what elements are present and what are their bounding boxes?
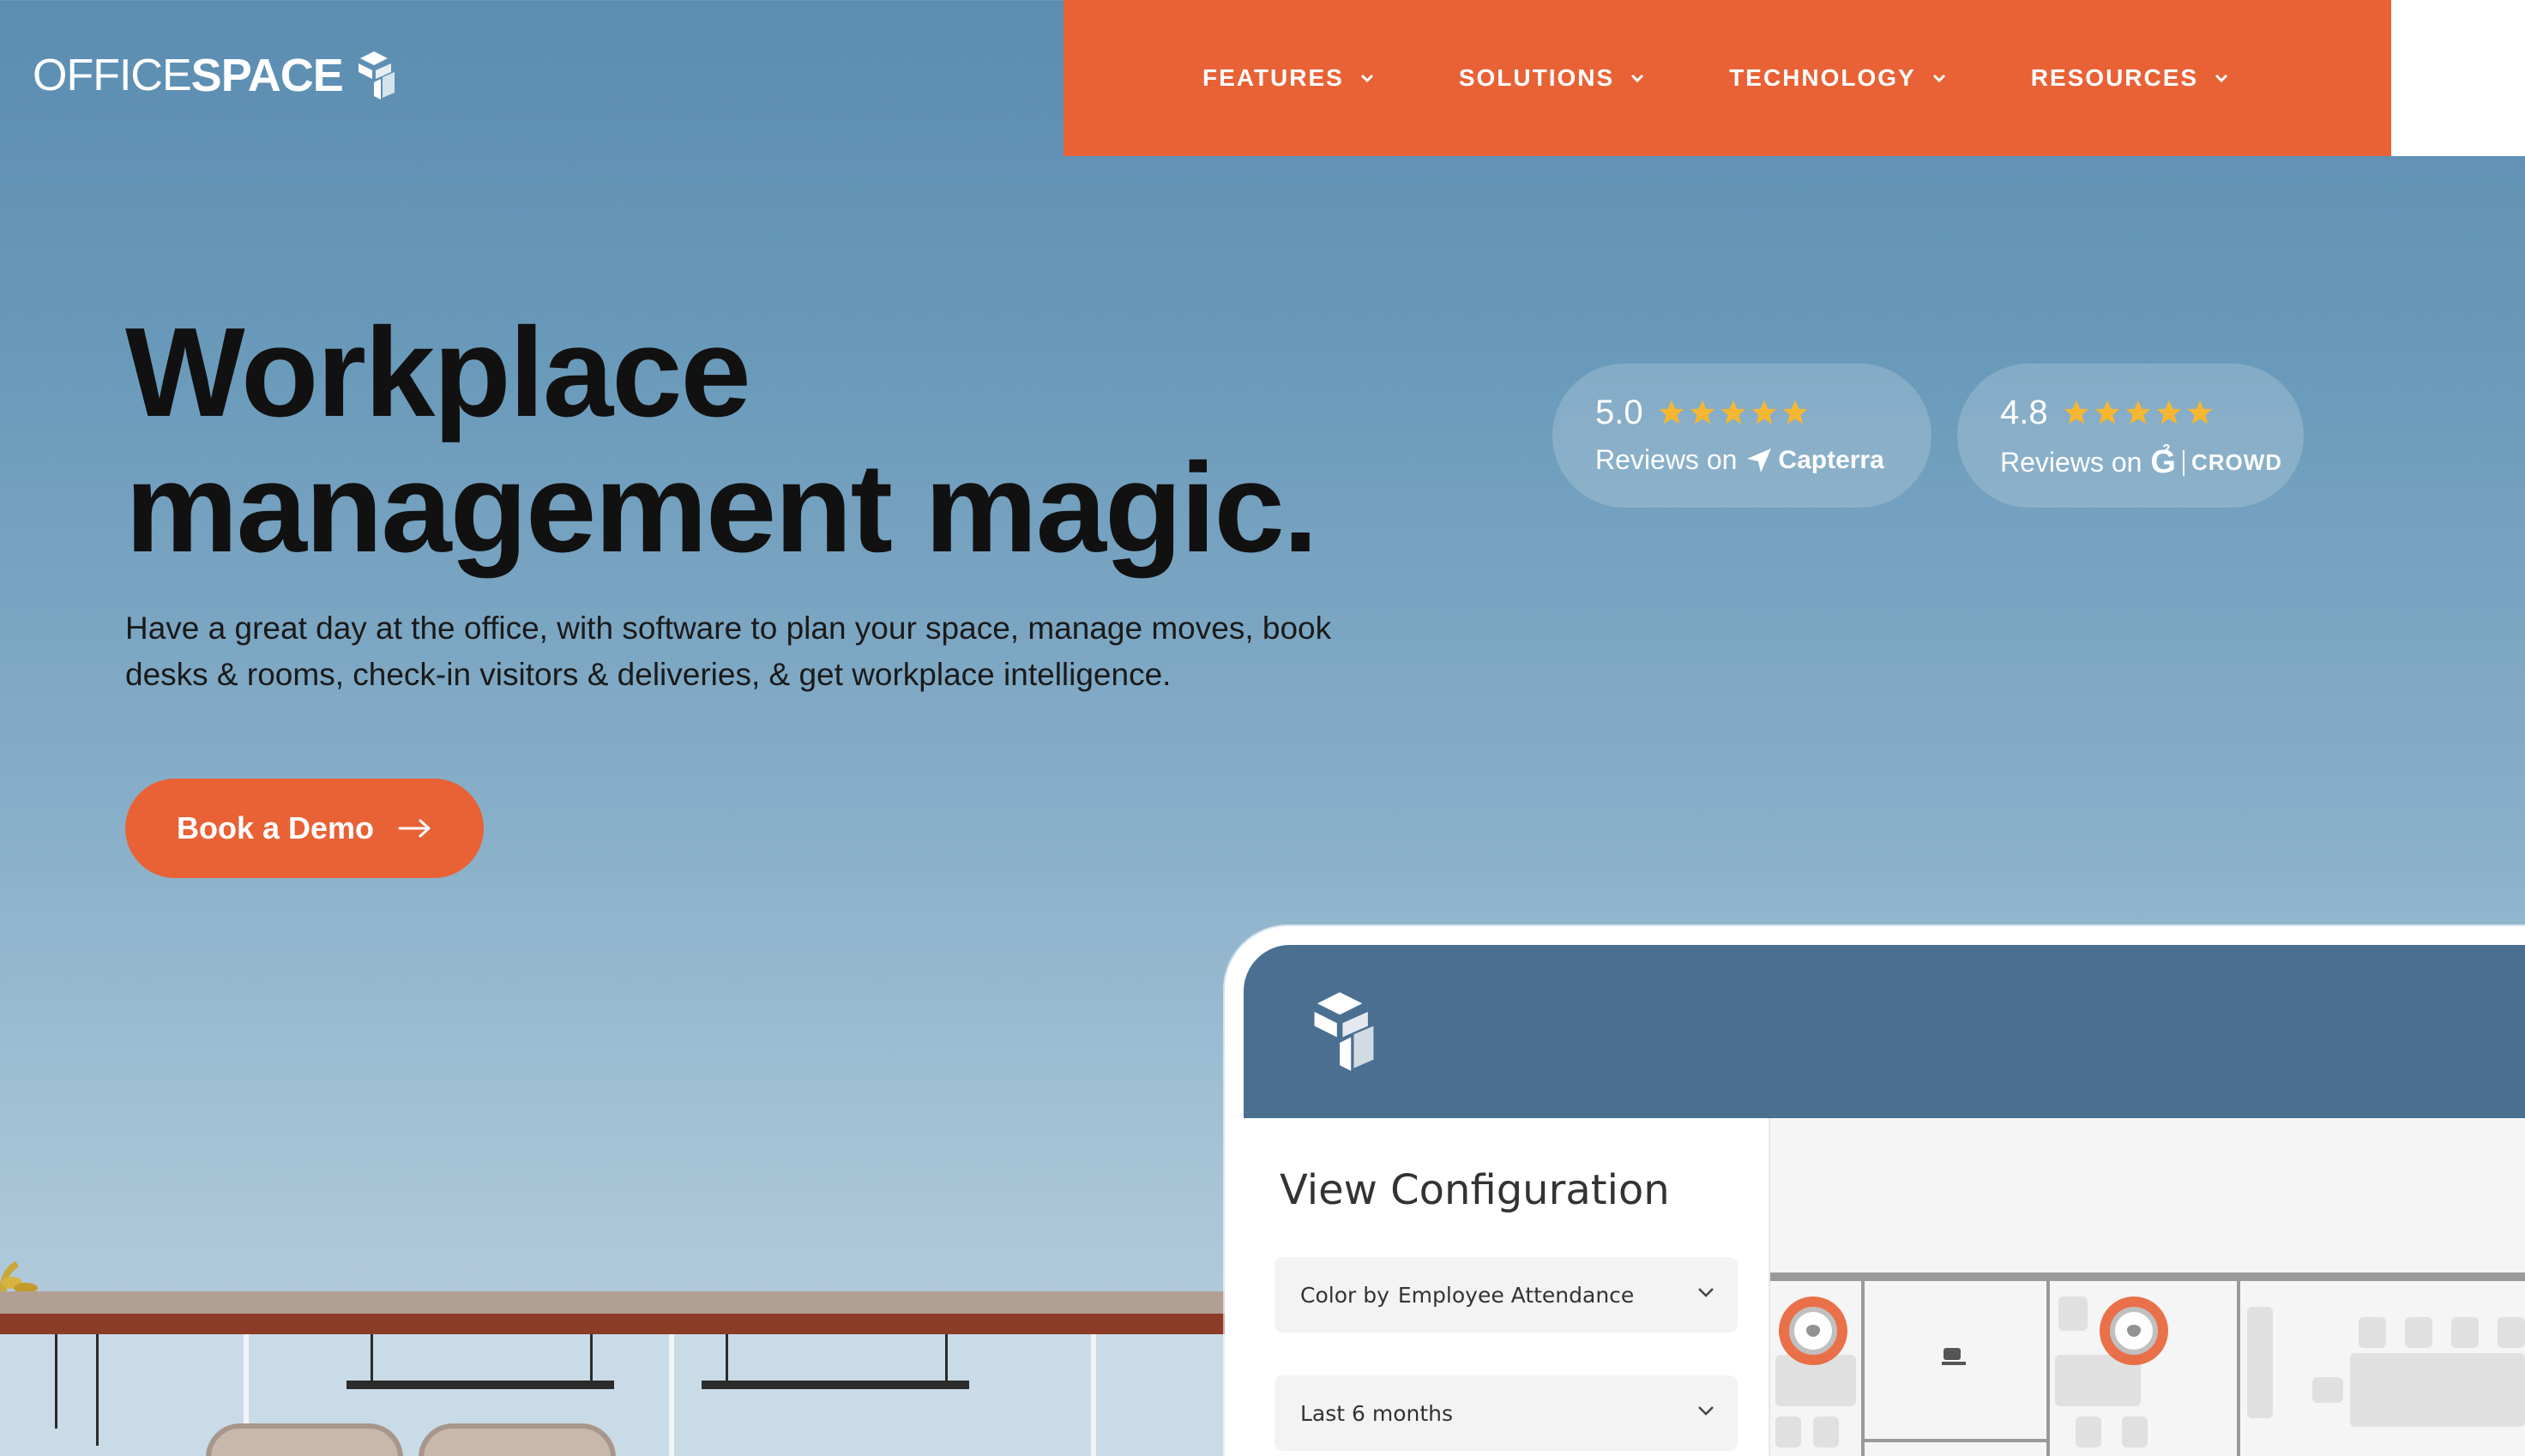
star-icon	[1659, 400, 1684, 424]
logo-cube-icon	[358, 51, 395, 99]
hero-subtext: Have a great day at the office, with sof…	[125, 611, 1332, 692]
chevron-down-icon	[1932, 74, 1945, 83]
g2-brand-text: CROWD	[2191, 449, 2283, 475]
g2crowd-review-badge[interactable]: 4.8 Reviews on G2 CROWD	[1957, 364, 2304, 508]
officespace-logo[interactable]: OFFICE SPACE	[33, 48, 398, 103]
chair-seat	[2058, 1297, 2088, 1331]
capterra-score: 5.0	[1595, 393, 1643, 431]
chair-seat	[2122, 1417, 2148, 1447]
chair-seat	[2405, 1317, 2432, 1348]
attendance-pin[interactable]	[2100, 1297, 2168, 1365]
floor-plan-wall	[1861, 1281, 1865, 1456]
chevron-down-icon	[1698, 1288, 1714, 1297]
nav-resources[interactable]: RESOURCES	[2031, 64, 2229, 92]
nav-solutions[interactable]: SOLUTIONS	[1459, 64, 1645, 92]
capterra-arrow-icon	[1747, 448, 1772, 472]
capterra-stars	[1657, 398, 1810, 427]
side-table	[2247, 1307, 2273, 1418]
lamp-cord	[726, 1334, 728, 1387]
g2-separator	[2182, 449, 2185, 476]
lamp-cord	[371, 1334, 373, 1387]
headline-line-2: management magic.	[125, 437, 1318, 579]
star-icon	[1782, 400, 1807, 424]
counter-edge	[0, 1314, 1226, 1334]
lamp-cord	[96, 1334, 99, 1446]
star-icon	[2064, 400, 2088, 424]
chevron-down-icon	[1360, 74, 1373, 83]
chair-seat	[1813, 1417, 1839, 1447]
main-nav: FEATURES SOLUTIONS TECHNOLOGY RESOURCES	[1064, 0, 2391, 156]
logo-text-office: OFFICE	[33, 51, 192, 100]
lounge-chair	[206, 1423, 403, 1456]
pendant-lamp	[347, 1381, 614, 1389]
g2-stars	[2062, 398, 2215, 427]
nav-resources-label: RESOURCES	[2030, 64, 2199, 91]
capterra-reviews-prefix: Reviews on	[1595, 444, 1738, 475]
chevron-down-icon	[1698, 1406, 1714, 1416]
chevron-down-icon	[1631, 74, 1644, 83]
logo-text-space: SPACE	[190, 50, 344, 101]
nav-technology[interactable]: TECHNOLOGY	[1729, 64, 1947, 92]
chair-seat	[2451, 1317, 2479, 1348]
capterra-brand: Capterra	[1745, 445, 1884, 475]
window-post	[1091, 1334, 1096, 1456]
window-post	[669, 1334, 674, 1456]
nav-features-label: FEATURES	[1202, 64, 1344, 91]
g2-mark-sup: 2	[2162, 442, 2171, 457]
chair-seat	[2359, 1317, 2386, 1348]
chevron-down-icon	[2215, 74, 2228, 83]
g2-reviews-prefix: Reviews on	[2000, 447, 2142, 478]
nav-solutions-label: SOLUTIONS	[1458, 64, 1615, 91]
app-cube-logo-icon	[1314, 992, 1374, 1071]
hero-headline: Workplace management magic.	[125, 305, 1412, 576]
g2-score: 4.8	[2000, 393, 2048, 431]
lamp-cord	[55, 1334, 57, 1429]
conference-table	[2350, 1353, 2525, 1427]
star-icon	[2125, 400, 2150, 424]
color-by-select[interactable]: Color by Employee Attendance	[1275, 1257, 1738, 1333]
headline-line-1: Workplace	[125, 302, 751, 443]
lamp-cord	[590, 1334, 593, 1387]
star-icon	[1720, 400, 1745, 424]
capterra-brand-text: Capterra	[1778, 445, 1884, 474]
color-by-label: Color by	[1300, 1282, 1389, 1308]
star-icon	[2187, 400, 2212, 424]
nav-technology-label: TECHNOLOGY	[1729, 64, 1916, 91]
star-icon	[1690, 400, 1714, 424]
time-range-value: Last 6 months	[1300, 1400, 1454, 1426]
app-preview-header	[1244, 945, 2525, 1118]
floor-plan-wall	[1865, 1439, 2046, 1442]
capterra-review-badge[interactable]: 5.0 Reviews on Capterra	[1552, 364, 1931, 508]
heart-icon	[1806, 1325, 1820, 1337]
heart-icon	[2127, 1325, 2141, 1337]
attendance-pin[interactable]	[1779, 1297, 1847, 1365]
g2-logo-icon: G2	[2150, 442, 2176, 481]
counter-window	[0, 1334, 1226, 1456]
arrow-right-icon	[398, 819, 431, 838]
counter-top	[0, 1291, 1226, 1314]
g2-brand: G2 CROWD	[2150, 442, 2283, 481]
floor-plan-wall	[2046, 1281, 2050, 1456]
star-icon	[1751, 400, 1776, 424]
chair-seat	[1775, 1417, 1801, 1447]
lamp-cord	[945, 1334, 948, 1387]
book-demo-button[interactable]: Book a Demo	[125, 779, 484, 878]
lounge-chair	[419, 1423, 616, 1456]
floor-plan-wall	[2237, 1281, 2240, 1456]
nav-right-panel	[2391, 0, 2525, 156]
floor-plan-wall	[1770, 1272, 2525, 1281]
star-icon	[2156, 400, 2181, 424]
book-demo-label: Book a Demo	[176, 810, 375, 845]
pendant-lamp	[702, 1381, 969, 1389]
coffee-icon	[1942, 1348, 1966, 1365]
view-configuration-title: View Configuration	[1280, 1166, 1670, 1214]
chair-seat	[2076, 1417, 2101, 1447]
chair-seat	[2498, 1317, 2525, 1348]
nav-features[interactable]: FEATURES	[1202, 64, 1375, 92]
star-icon	[2094, 400, 2119, 424]
chair-seat	[2312, 1377, 2343, 1403]
color-by-value: Employee Attendance	[1397, 1282, 1635, 1308]
time-range-select[interactable]: Last 6 months	[1275, 1375, 1738, 1451]
plant-icon	[0, 1260, 38, 1295]
